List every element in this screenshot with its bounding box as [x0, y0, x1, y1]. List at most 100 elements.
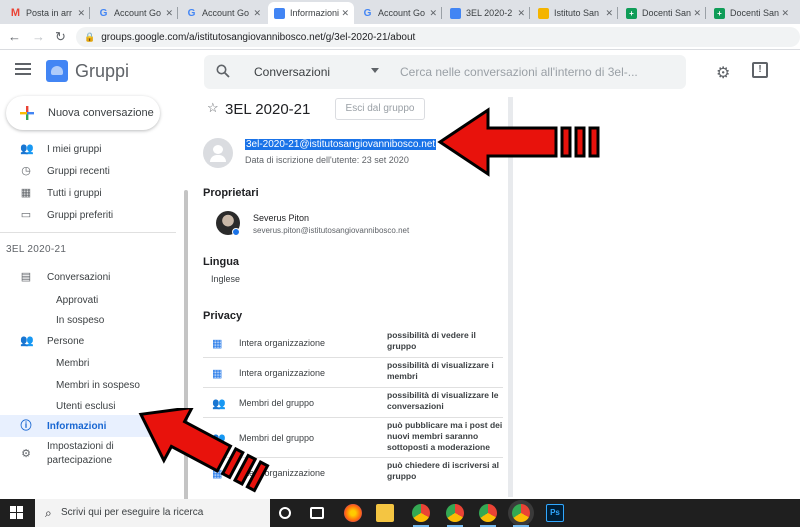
- tab-informazioni[interactable]: Informazioni ✕: [268, 2, 354, 24]
- leave-group-button[interactable]: Esci dal gruppo: [335, 98, 425, 120]
- file-explorer-icon[interactable]: [376, 504, 394, 522]
- taskbar-search-placeholder: Scrivi qui per eseguire la ricerca: [61, 507, 204, 518]
- sidebar-item-label: I miei gruppi: [47, 143, 102, 155]
- sidebar-item-label: partecipazione: [47, 455, 113, 466]
- info-icon: ⓘ: [20, 420, 32, 432]
- sidebar-item-recent-groups[interactable]: ◷ Gruppi recenti: [0, 160, 175, 182]
- app-title[interactable]: Gruppi: [75, 61, 129, 82]
- photoshop-icon[interactable]: Ps: [546, 504, 564, 522]
- tab-account-1[interactable]: G Account Go ✕: [92, 2, 178, 24]
- tab-label: Docenti San: [642, 8, 692, 18]
- sidebar-item-label: Impostazioni di: [47, 441, 114, 452]
- privacy-row: ▦ Intera organizzazione possibilità di v…: [203, 328, 503, 358]
- sidebar-item-favorite-groups[interactable]: ▭ Gruppi preferiti: [0, 204, 175, 226]
- firefox-icon[interactable]: [344, 504, 362, 522]
- new-conversation-button[interactable]: Nuova conversazione: [6, 96, 160, 130]
- search-bar[interactable]: Conversazioni Cerca nelle conversazioni …: [204, 55, 686, 89]
- annotation-arrow-info: [138, 408, 270, 493]
- sidebar-item-people[interactable]: 👥 Persone: [0, 330, 175, 352]
- feedback-icon[interactable]: !: [752, 62, 768, 78]
- tab-docenti-1[interactable]: + Docenti San ✕: [620, 2, 706, 24]
- annotation-arrow-email: [437, 107, 600, 177]
- back-icon[interactable]: ←: [8, 29, 21, 44]
- close-icon[interactable]: ✕: [165, 8, 173, 19]
- sidebar-item-label: Informazioni: [47, 420, 107, 432]
- forward-icon[interactable]: →: [32, 29, 45, 44]
- school-icon: [538, 7, 549, 19]
- taskbar-search-input[interactable]: ⌕ Scrivi qui per eseguire la ricerca: [35, 499, 270, 527]
- sidebar-item-members[interactable]: Membri: [0, 352, 175, 374]
- group-email[interactable]: 3el-2020-21@istitutosangiovannibosco.net: [245, 139, 437, 150]
- new-conversation-label: Nuova conversazione: [48, 107, 154, 119]
- group-avatar: [203, 138, 233, 168]
- docs-icon: [450, 7, 461, 19]
- privacy-row: ▦ Intera organizzazione possibilità di v…: [203, 358, 503, 388]
- cortana-icon[interactable]: [279, 507, 291, 519]
- chrome-icon[interactable]: [479, 504, 497, 522]
- clock-icon: ◷: [21, 165, 31, 177]
- gear-icon[interactable]: ⚙: [716, 63, 730, 83]
- search-icon[interactable]: [216, 64, 230, 78]
- google-icon: G: [99, 7, 108, 19]
- tab-docenti-2[interactable]: + Docenti San ✕: [708, 2, 794, 24]
- sidebar-item-members-pending[interactable]: Membri in sospeso: [0, 374, 175, 396]
- close-icon[interactable]: ✕: [341, 8, 349, 19]
- search-input[interactable]: Cerca nelle conversazioni all'interno di…: [400, 65, 638, 79]
- sidebar-item-label: Approvati: [56, 294, 99, 306]
- sidebar-item-label: Membri in sospeso: [56, 379, 140, 391]
- hamburger-menu-icon[interactable]: [15, 63, 31, 75]
- person-settings-icon: ⚙: [21, 448, 31, 460]
- owner-badge-icon: [232, 228, 240, 236]
- chrome-icon[interactable]: [512, 504, 530, 522]
- tab-label: Account Go: [378, 8, 426, 18]
- sidebar-item-pending[interactable]: In sospeso: [0, 309, 175, 331]
- owner-email: severus.piton@istitutosangiovannibosco.n…: [253, 226, 410, 235]
- sidebar-item-label: Tutti i gruppi: [47, 187, 102, 199]
- plus-icon: [20, 106, 34, 120]
- close-icon[interactable]: ✕: [253, 8, 261, 19]
- reload-icon[interactable]: ↻: [55, 29, 66, 45]
- close-icon[interactable]: ✕: [429, 8, 437, 19]
- sidebar-item-label: Membri: [56, 357, 90, 369]
- tab-label: Informazioni: [290, 8, 340, 18]
- groups-logo-icon[interactable]: [46, 60, 68, 82]
- chrome-icon[interactable]: [412, 504, 430, 522]
- task-view-icon[interactable]: [310, 507, 324, 519]
- chrome-icon[interactable]: [446, 504, 464, 522]
- tab-gmail[interactable]: M Posta in arr ✕: [4, 2, 90, 24]
- conversations-icon: ▤: [20, 271, 32, 283]
- close-icon[interactable]: ✕: [77, 8, 85, 19]
- chevron-down-icon[interactable]: [371, 68, 379, 73]
- tab-account-3[interactable]: G Account Go ✕: [356, 2, 442, 24]
- tab-account-2[interactable]: G Account Go ✕: [180, 2, 266, 24]
- app-header: Gruppi Conversazioni Cerca nelle convers…: [0, 51, 800, 93]
- sidebar-item-approved[interactable]: Approvati: [0, 289, 175, 311]
- join-date: Data di iscrizione dell'utente: 23 set 2…: [245, 155, 409, 165]
- tab-docs[interactable]: 3EL 2020-2 ✕: [444, 2, 530, 24]
- sidebar-item-all-groups[interactable]: ▦ Tutti i gruppi: [0, 182, 175, 204]
- star-icon[interactable]: ☆: [207, 100, 219, 116]
- privacy-permission: può pubblicare ma i post dei nuovi membr…: [387, 420, 503, 452]
- sidebar-item-label: Gruppi recenti: [47, 165, 110, 177]
- tab-istituto[interactable]: Istituto San ✕: [532, 2, 618, 24]
- sidebar-item-my-groups[interactable]: 👥 I miei gruppi: [0, 138, 175, 160]
- group-section-header: 3EL 2020-21: [6, 244, 67, 255]
- close-icon[interactable]: ✕: [781, 8, 789, 19]
- search-icon: ⌕: [45, 506, 52, 520]
- building-icon: ▦: [212, 368, 223, 380]
- language-value: Inglese: [211, 274, 241, 284]
- folder-star-icon: ▭: [20, 209, 32, 221]
- google-icon: G: [363, 7, 372, 19]
- search-scope-select[interactable]: Conversazioni: [254, 65, 330, 79]
- gmail-icon: M: [10, 7, 21, 19]
- close-icon[interactable]: ✕: [517, 8, 525, 19]
- people-icon: 👥: [20, 143, 34, 155]
- windows-start-icon[interactable]: [10, 506, 24, 520]
- sidebar-item-label: Persone: [47, 335, 85, 347]
- sidebar-item-conversations[interactable]: ▤ Conversazioni: [0, 266, 175, 288]
- tab-label: Posta in arr: [26, 8, 73, 18]
- sidebar-divider: [0, 232, 176, 233]
- close-icon[interactable]: ✕: [693, 8, 701, 19]
- close-icon[interactable]: ✕: [605, 8, 613, 19]
- url-input[interactable]: 🔒 groups.google.com/a/istitutosangiovann…: [76, 27, 800, 47]
